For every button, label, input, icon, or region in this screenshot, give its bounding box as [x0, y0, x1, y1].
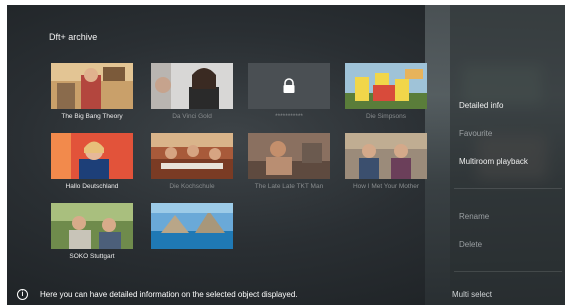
context-menu-panel	[450, 5, 565, 305]
menu-item-multiroom-playback[interactable]: Multiroom playback	[459, 157, 528, 166]
footer-info-text: Here you can have detailed information o…	[40, 290, 298, 299]
recording-tile[interactable]: Die Simpsons	[345, 63, 427, 120]
recording-tile[interactable]	[151, 203, 233, 249]
thumbnail	[151, 203, 233, 249]
thumbnail	[151, 63, 233, 109]
recording-tile[interactable]: The Late Late TKT Man	[248, 133, 330, 190]
menu-item-detailed-info[interactable]: Detailed info	[459, 101, 503, 110]
tile-caption: Die Kochschule	[169, 183, 215, 190]
thumbnail	[51, 203, 133, 249]
recording-tile[interactable]: Die Kochschule	[151, 133, 233, 190]
recording-tile[interactable]: Hallo Deutschland	[51, 133, 133, 190]
tile-caption: The Late Late TKT Man	[254, 183, 324, 190]
tile-caption: Da Vinci Gold	[172, 113, 212, 120]
tile-caption: ***********	[275, 113, 303, 120]
thumbnail	[345, 63, 427, 109]
recording-tile-locked[interactable]: ***********	[248, 63, 330, 120]
thumbnail	[248, 63, 330, 109]
menu-item-delete[interactable]: Delete	[459, 240, 482, 249]
menu-item-favourite[interactable]: Favourite	[459, 129, 492, 138]
thumbnail	[151, 133, 233, 179]
recording-tile[interactable]: SOKO Stuttgart	[51, 203, 133, 260]
tile-caption: SOKO Stuttgart	[69, 253, 115, 260]
recording-tile[interactable]: How I Met Your Mother	[345, 133, 427, 190]
tile-caption: Die Simpsons	[365, 113, 407, 120]
tile-caption: The Big Bang Theory	[61, 113, 123, 120]
thumbnail	[345, 133, 427, 179]
recording-tile[interactable]: The Big Bang Theory	[51, 63, 133, 120]
thumbnail	[51, 63, 133, 109]
info-icon: i	[17, 289, 28, 300]
tile-caption: Hallo Deutschland	[65, 183, 119, 190]
menu-divider	[454, 271, 562, 272]
thumbnail	[248, 133, 330, 179]
tv-screen: Dft+ archive The Big Bang Theory Da Vinc…	[7, 5, 565, 305]
lock-icon	[283, 78, 295, 93]
recording-tile[interactable]: Da Vinci Gold	[151, 63, 233, 120]
page-title: Dft+ archive	[49, 32, 98, 42]
menu-item-rename[interactable]: Rename	[459, 212, 489, 221]
thumbnail	[51, 133, 133, 179]
tile-caption: How I Met Your Mother	[352, 183, 420, 190]
menu-divider	[454, 188, 562, 189]
menu-item-multi-select[interactable]: Multi select	[452, 290, 492, 299]
